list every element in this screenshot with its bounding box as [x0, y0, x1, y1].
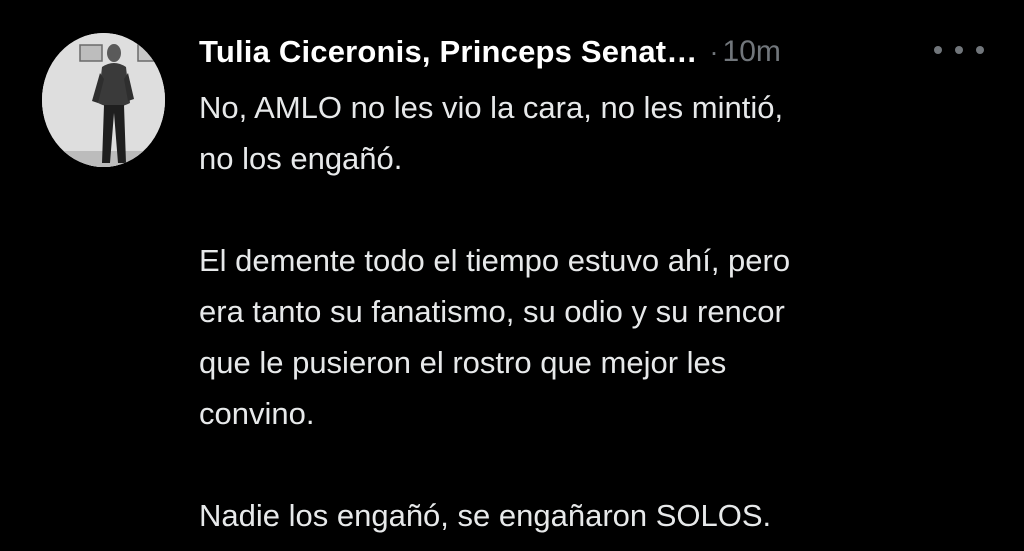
tweet-header: Tulia Ciceronis, Princeps Senat… · 10m — [199, 30, 781, 74]
tweet-paragraph: El demente todo el tiempo estuvo ahí, pe… — [199, 235, 979, 439]
author-name[interactable]: Tulia Ciceronis, Princeps Senat… — [199, 34, 698, 70]
separator-dot: · — [709, 36, 719, 67]
tweet-paragraph: No, AMLO no les vio la cara, no les mint… — [199, 82, 979, 184]
timestamp[interactable]: 10m — [723, 35, 781, 69]
more-dot — [955, 46, 963, 54]
tweet[interactable]: Tulia Ciceronis, Princeps Senat… · 10m N… — [0, 0, 1024, 551]
text-line: Nadie los engañó, se engañaron SOLOS. — [199, 498, 772, 533]
profile-photo-image — [42, 33, 165, 167]
tweet-paragraph: Nadie los engañó, se engañaron SOLOS. — [199, 490, 979, 541]
text-line: convino. — [199, 396, 315, 431]
avatar[interactable] — [42, 33, 165, 167]
tweet-text: No, AMLO no les vio la cara, no les mint… — [199, 82, 979, 541]
more-dot — [976, 46, 984, 54]
text-line: que le pusieron el rostro que mejor les — [199, 345, 727, 380]
more-horizontal-icon[interactable] — [934, 36, 984, 64]
text-line: era tanto su fanatismo, su odio y su ren… — [199, 294, 785, 329]
text-line: no los engañó. — [199, 141, 403, 176]
more-dot — [934, 46, 942, 54]
text-line: El demente todo el tiempo estuvo ahí, pe… — [199, 243, 791, 278]
text-line: No, AMLO no les vio la cara, no les mint… — [199, 90, 784, 125]
